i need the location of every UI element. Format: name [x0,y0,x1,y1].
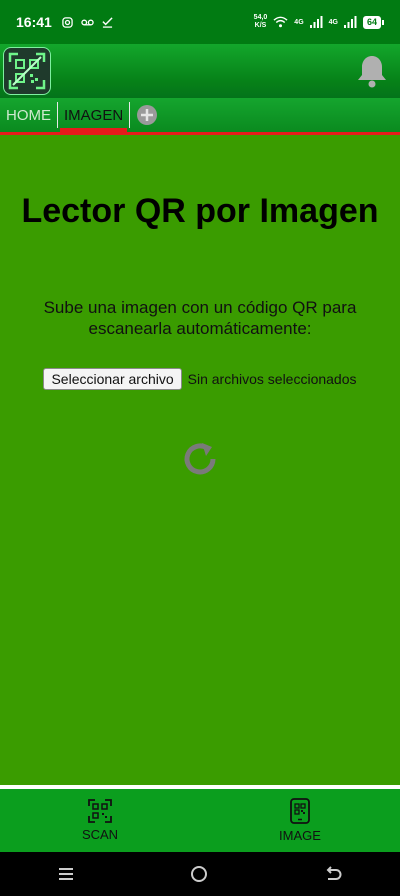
tab-bar: HOME IMAGEN [0,98,400,135]
refresh-icon[interactable] [180,439,220,479]
back-icon[interactable] [324,866,342,882]
page-title: Lector QR por Imagen [21,192,379,230]
bell-icon[interactable] [356,54,388,88]
signal-icon [309,16,323,28]
file-status: Sin archivos seleccionados [187,371,357,387]
system-nav-bar [0,852,400,896]
signal-2-label: 4G [328,18,338,26]
main-content: Lector QR por Imagen Sube una imagen con… [0,135,400,785]
page-subtitle: Sube una imagen con un código QR para es… [43,298,357,338]
status-left-icons [62,16,113,28]
battery-icon: 64 [362,15,384,29]
nav-image-label: IMAGE [279,828,321,843]
menu-icon[interactable] [58,867,74,881]
tab-home[interactable]: HOME [0,98,57,132]
signal-icon [343,16,357,28]
choose-file-button[interactable]: Seleccionar archivo [43,368,182,390]
qr-logo-icon[interactable] [3,47,51,95]
bottom-nav: SCAN IMAGE [0,789,400,852]
battery-level: 64 [362,15,381,29]
home-icon[interactable] [190,865,208,883]
nav-scan[interactable]: SCAN [0,789,200,852]
voicemail-icon [81,19,94,25]
phone-qr-icon [290,798,310,824]
tab-home-label: HOME [6,106,51,124]
instagram-icon [62,16,73,28]
nav-scan-label: SCAN [81,827,119,842]
wifi-icon [273,16,288,28]
signal-1-label: 4G [294,18,304,26]
file-input: Seleccionar archivo Sin archivos selecci… [0,368,400,390]
qr-scan-icon [88,799,112,823]
net-speed: 54,0 K/S [254,14,268,30]
plus-circle-icon [137,105,158,125]
tab-imagen[interactable]: IMAGEN [58,98,129,133]
check-icon [102,16,113,28]
net-speed-value: 54,0 [253,14,268,21]
net-speed-unit: K/S [254,22,267,29]
status-right: 54,0 K/S 4G 4G 64 [254,14,384,30]
app-header [0,44,400,98]
tab-imagen-label: IMAGEN [64,106,124,124]
add-tab-button[interactable] [130,98,164,132]
nav-image[interactable]: IMAGE [200,789,400,852]
status-bar: 16:41 54,0 K/S 4G 4G 64 [0,0,400,44]
status-time: 16:41 [16,14,52,30]
